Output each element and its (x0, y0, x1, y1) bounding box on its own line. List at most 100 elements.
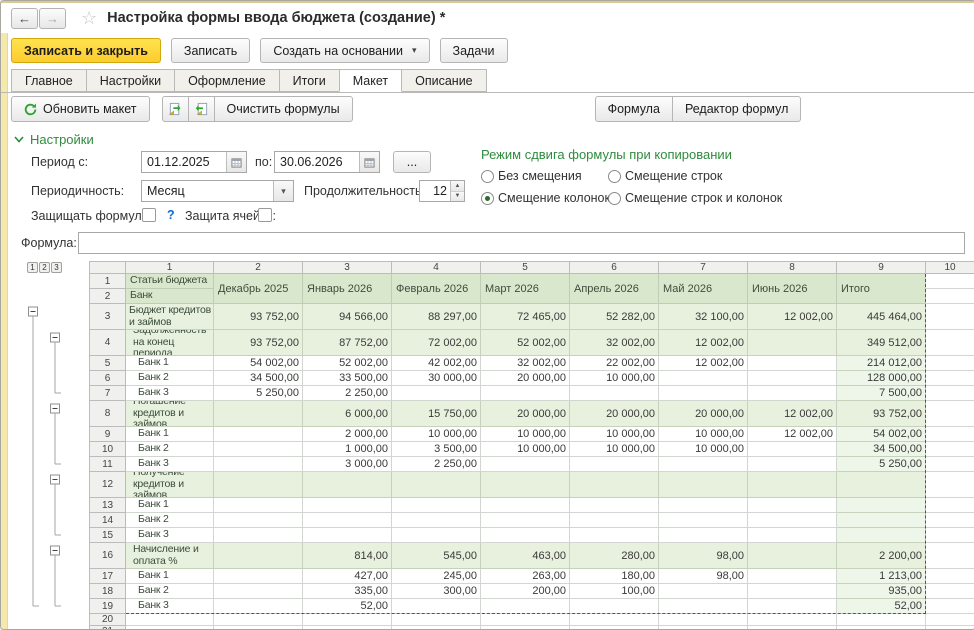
value-cell[interactable] (392, 626, 481, 630)
column-header[interactable]: 5 (481, 261, 570, 274)
value-cell[interactable] (392, 599, 481, 614)
value-cell[interactable]: 100,00 (570, 584, 659, 599)
tab-Оформление[interactable]: Оформление (174, 69, 280, 92)
value-cell[interactable] (659, 498, 748, 513)
value-cell[interactable] (659, 371, 748, 386)
empty-cell[interactable] (926, 386, 974, 401)
row-label-cell[interactable]: Банк 3 (126, 528, 214, 543)
value-cell[interactable]: 94 566,00 (303, 304, 392, 330)
row-header[interactable]: 2 (89, 289, 126, 304)
empty-cell[interactable] (926, 528, 974, 543)
value-cell[interactable]: 200,00 (481, 584, 570, 599)
value-cell[interactable] (748, 584, 837, 599)
value-cell[interactable] (214, 427, 303, 442)
value-cell[interactable] (659, 626, 748, 630)
value-cell[interactable] (214, 498, 303, 513)
row-header[interactable]: 17 (89, 569, 126, 584)
month-header-cell[interactable]: Итого (837, 274, 926, 304)
forward-button[interactable]: → (39, 8, 66, 29)
row-label-cell[interactable]: Банк 2 (126, 371, 214, 386)
total-cell[interactable]: 93 752,00 (837, 401, 926, 427)
value-cell[interactable] (214, 569, 303, 584)
value-cell[interactable]: 42 002,00 (392, 356, 481, 371)
total-cell[interactable]: 52,00 (837, 599, 926, 614)
value-cell[interactable] (481, 614, 570, 626)
value-cell[interactable] (748, 528, 837, 543)
empty-cell[interactable] (926, 304, 974, 330)
total-cell[interactable] (837, 614, 926, 626)
empty-cell[interactable] (926, 543, 974, 569)
value-cell[interactable]: 2 250,00 (392, 457, 481, 472)
month-header-cell[interactable]: Март 2026 (481, 274, 570, 304)
row-header[interactable]: 7 (89, 386, 126, 401)
empty-cell[interactable] (926, 626, 974, 630)
value-cell[interactable] (748, 543, 837, 569)
tab-Описание[interactable]: Описание (401, 69, 487, 92)
column-header[interactable]: 10 (926, 261, 974, 274)
group-level-button[interactable]: 1 (27, 262, 38, 273)
value-cell[interactable]: 1 000,00 (303, 442, 392, 457)
empty-cell[interactable] (926, 599, 974, 614)
value-cell[interactable] (303, 626, 392, 630)
row-header[interactable]: 19 (89, 599, 126, 614)
value-cell[interactable] (659, 584, 748, 599)
value-cell[interactable]: 34 500,00 (214, 371, 303, 386)
value-cell[interactable] (214, 614, 303, 626)
value-cell[interactable] (214, 513, 303, 528)
value-cell[interactable]: 10 000,00 (659, 427, 748, 442)
clear-formulas-button[interactable]: Очистить формулы (214, 96, 353, 122)
formula-editor-button[interactable]: Редактор формул (672, 96, 801, 122)
value-cell[interactable]: 72 465,00 (481, 304, 570, 330)
value-cell[interactable] (481, 599, 570, 614)
value-cell[interactable] (570, 472, 659, 498)
value-cell[interactable] (214, 528, 303, 543)
value-cell[interactable] (748, 569, 837, 584)
tab-Макет[interactable]: Макет (339, 69, 402, 92)
month-header-cell[interactable]: Апрель 2026 (570, 274, 659, 304)
value-cell[interactable]: 10 000,00 (481, 442, 570, 457)
value-cell[interactable]: 98,00 (659, 543, 748, 569)
value-cell[interactable]: 245,00 (392, 569, 481, 584)
value-cell[interactable]: 5 250,00 (214, 386, 303, 401)
formula-button[interactable]: Формула (595, 96, 673, 122)
period-to-input[interactable] (275, 152, 359, 172)
value-cell[interactable]: 10 000,00 (392, 427, 481, 442)
value-cell[interactable] (214, 472, 303, 498)
value-cell[interactable]: 6 000,00 (303, 401, 392, 427)
value-cell[interactable]: 545,00 (392, 543, 481, 569)
value-cell[interactable]: 10 000,00 (481, 427, 570, 442)
save-button[interactable]: Записать (171, 38, 250, 63)
row-header[interactable]: 9 (89, 427, 126, 442)
duration-input[interactable] (420, 181, 450, 201)
total-cell[interactable] (837, 528, 926, 543)
value-cell[interactable] (303, 498, 392, 513)
value-cell[interactable]: 20 000,00 (481, 401, 570, 427)
value-cell[interactable] (481, 626, 570, 630)
value-cell[interactable]: 2 000,00 (303, 427, 392, 442)
empty-cell[interactable] (926, 584, 974, 599)
total-cell[interactable]: 214 012,00 (837, 356, 926, 371)
import-formulas-button[interactable] (188, 96, 215, 122)
row-header[interactable]: 12 (89, 472, 126, 498)
tab-Настройки[interactable]: Настройки (86, 69, 175, 92)
value-cell[interactable]: 10 000,00 (570, 427, 659, 442)
value-cell[interactable] (570, 513, 659, 528)
value-cell[interactable] (303, 614, 392, 626)
group-level-button[interactable]: 3 (51, 262, 62, 273)
value-cell[interactable] (481, 498, 570, 513)
header-cell[interactable]: Статьи бюджета (126, 274, 214, 289)
value-cell[interactable]: 88 297,00 (392, 304, 481, 330)
row-header[interactable]: 13 (89, 498, 126, 513)
column-header[interactable]: 6 (570, 261, 659, 274)
shift-mode-radio[interactable] (608, 170, 621, 183)
row-label-cell[interactable]: Задолженность на конец периода (126, 330, 214, 356)
row-label-cell[interactable]: Банк 1 (126, 427, 214, 442)
value-cell[interactable] (748, 371, 837, 386)
header-cell[interactable]: Банк (126, 289, 214, 304)
value-cell[interactable]: 12 002,00 (748, 427, 837, 442)
total-cell[interactable] (837, 498, 926, 513)
value-cell[interactable]: 30 000,00 (392, 371, 481, 386)
tab-Итоги[interactable]: Итоги (279, 69, 340, 92)
value-cell[interactable]: 814,00 (303, 543, 392, 569)
value-cell[interactable] (481, 513, 570, 528)
